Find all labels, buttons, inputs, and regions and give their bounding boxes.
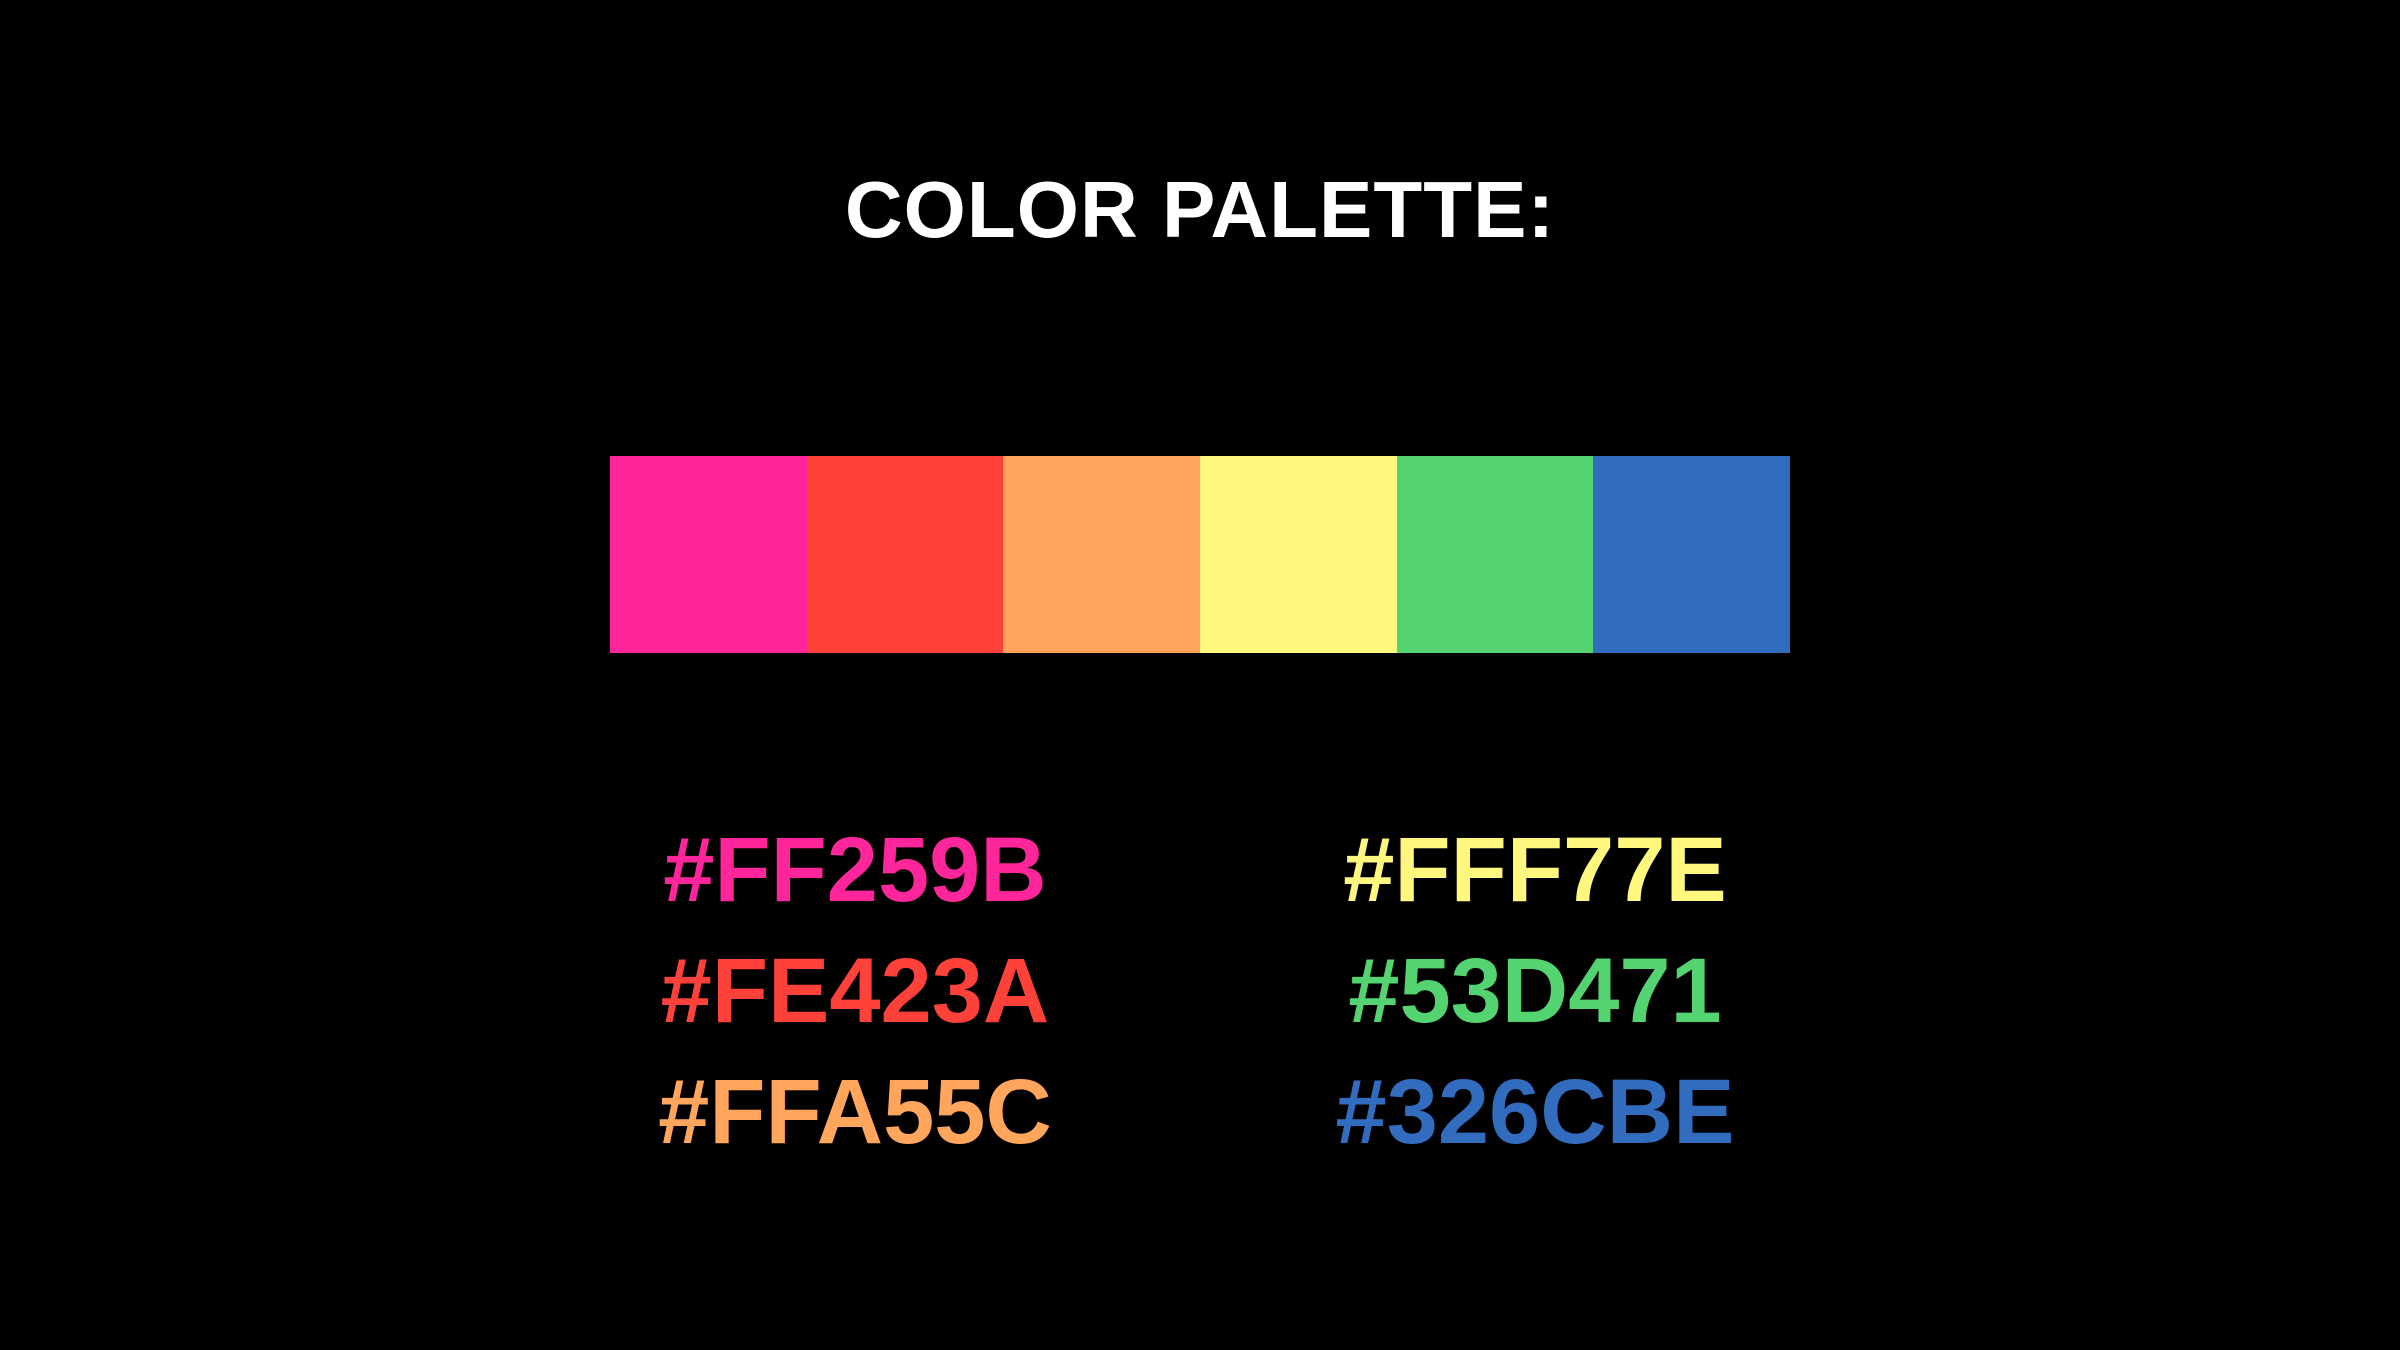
page-title: COLOR PALETTE:	[844, 165, 1556, 254]
color-swatch	[1396, 456, 1594, 653]
hex-code: #53D471	[1348, 940, 1722, 1042]
color-swatch	[610, 456, 807, 653]
color-swatch	[1003, 456, 1201, 653]
hex-code-list-right: #FFF77E #53D471 #326CBE	[1185, 810, 1885, 1173]
color-swatch-bar	[610, 456, 1791, 653]
color-swatch	[806, 456, 1004, 653]
hex-code: #FFA55C	[658, 1061, 1052, 1163]
hex-code: #FE423A	[660, 940, 1050, 1042]
color-swatch	[1200, 456, 1397, 653]
hex-code: #326CBE	[1335, 1061, 1735, 1163]
hex-code: #FFF77E	[1343, 819, 1727, 921]
hex-code: #FF259B	[663, 819, 1047, 921]
hex-code-list-left: #FF259B #FE423A #FFA55C	[505, 810, 1205, 1173]
color-swatch	[1593, 456, 1791, 653]
